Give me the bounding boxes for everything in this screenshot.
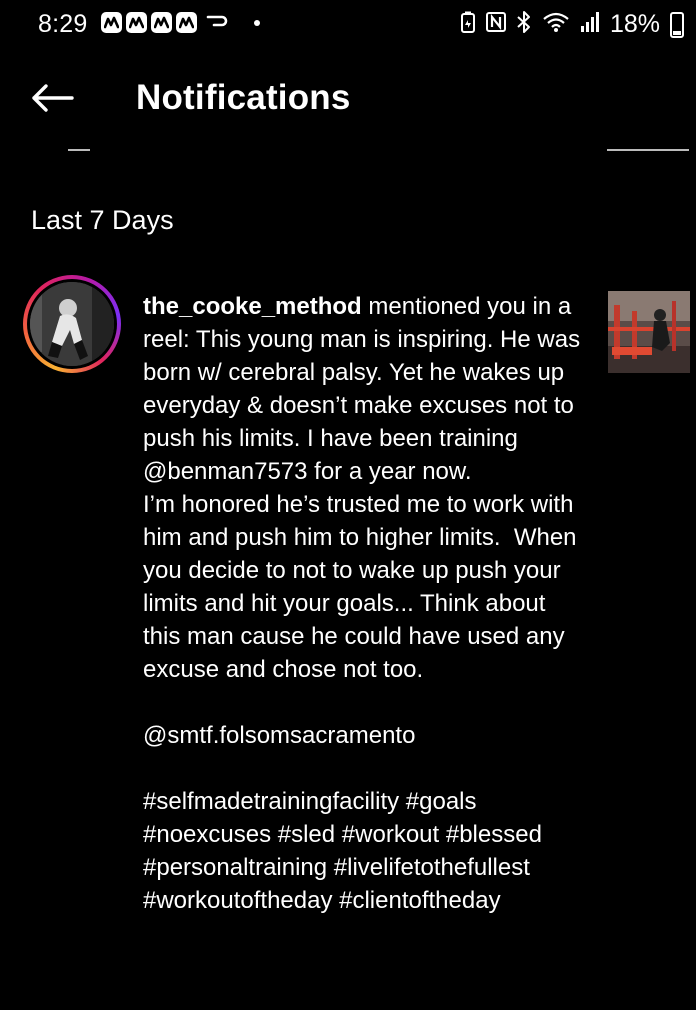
battery-saver-icon — [460, 11, 476, 38]
avatar-photo — [30, 282, 114, 366]
avatar — [27, 279, 117, 369]
cast-icon — [206, 13, 228, 32]
notification-message: mentioned you in a reel: This young man … — [143, 293, 581, 914]
reel-thumbnail[interactable] — [608, 291, 690, 373]
news-icon — [126, 12, 147, 33]
scroll-divider — [68, 149, 90, 151]
avatar-story-ring[interactable] — [23, 275, 121, 373]
notification-text: the_cooke_method mentioned you in a reel… — [143, 290, 583, 917]
nfc-icon — [485, 12, 506, 37]
clock: 8:29 — [38, 10, 88, 38]
news-icon — [176, 12, 197, 33]
page-title: Notifications — [136, 78, 351, 117]
app-header: Notifications — [0, 60, 696, 140]
dot-icon — [254, 19, 260, 26]
username-link[interactable]: the_cooke_method — [143, 293, 362, 320]
arrow-left-icon — [32, 84, 74, 112]
wifi-icon — [542, 11, 570, 38]
system-icons: 18% — [460, 10, 684, 39]
section-heading: Last 7 Days — [31, 205, 174, 235]
signal-icon — [580, 11, 600, 38]
notification-icons — [101, 12, 260, 33]
news-icon — [151, 12, 172, 33]
status-bar: 8:29 18% — [0, 0, 696, 54]
news-icon — [101, 12, 122, 33]
battery-percent: 18% — [609, 10, 660, 38]
battery-icon — [670, 11, 684, 38]
scroll-divider — [607, 149, 689, 151]
bluetooth-icon — [516, 10, 532, 39]
back-button[interactable] — [26, 78, 78, 118]
